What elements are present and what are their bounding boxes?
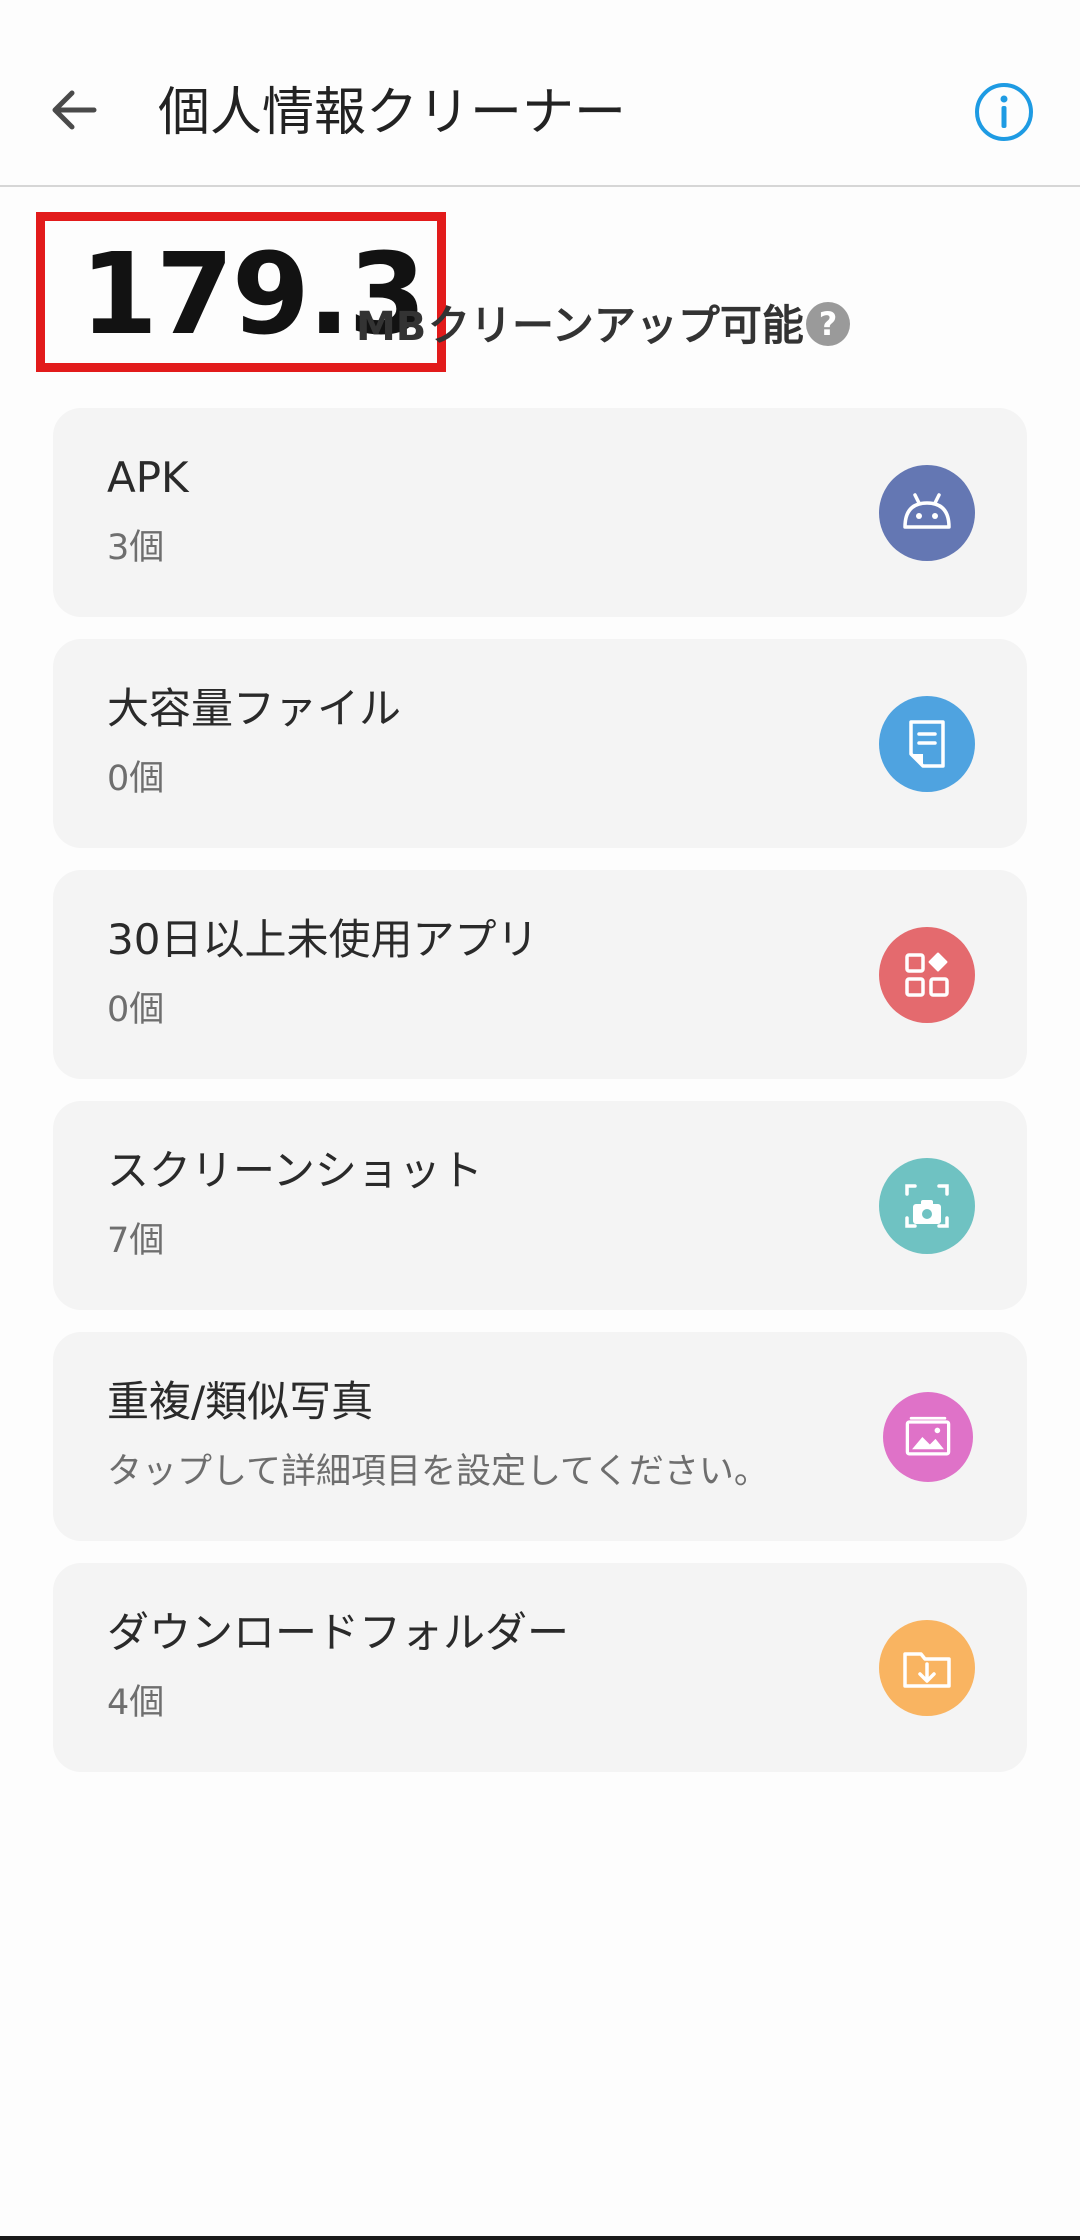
apps-grid-icon	[879, 927, 975, 1023]
back-button[interactable]	[36, 72, 112, 148]
cleanup-size-unit: MB	[356, 304, 427, 350]
card-count: 3個	[107, 528, 165, 568]
android-icon	[879, 465, 975, 561]
document-icon	[879, 696, 975, 792]
download-folder-icon	[879, 1620, 975, 1716]
card-description: タップして詳細項目を設定してください。	[107, 1452, 769, 1492]
card-title: 重複/類似写真	[107, 1377, 374, 1426]
category-card-download-folder[interactable]: ダウンロードフォルダー 4個	[53, 1563, 1027, 1772]
category-card-large-files[interactable]: 大容量ファイル 0個	[53, 639, 1027, 848]
help-icon[interactable]: ?	[806, 302, 850, 346]
category-card-unused-apps[interactable]: 30日以上未使用アプリ 0個	[53, 870, 1027, 1079]
card-title: スクリーンショット	[107, 1146, 483, 1195]
page-title: 個人情報クリーナー	[158, 83, 627, 143]
category-card-apk[interactable]: APK 3個	[53, 408, 1027, 617]
card-count: 0個	[107, 759, 165, 799]
app-bar: 個人情報クリーナー	[0, 0, 1080, 187]
category-list: APK 3個 大容量ファイル 0個 30日以上未使用アプリ 0個 スクリーンショ…	[53, 408, 1027, 1794]
info-icon	[975, 83, 1033, 141]
card-title: APK	[107, 453, 189, 502]
category-card-duplicate-photos[interactable]: 重複/類似写真 タップして詳細項目を設定してください。	[53, 1332, 1027, 1541]
cleanup-available-label: クリーンアップ可能	[428, 301, 804, 350]
card-title: 大容量ファイル	[107, 684, 402, 733]
card-title: 30日以上未使用アプリ	[107, 915, 539, 964]
arrow-left-icon	[52, 90, 97, 130]
card-count: 4個	[107, 1683, 165, 1723]
screenshot-camera-icon	[879, 1158, 975, 1254]
card-title: ダウンロードフォルダー	[107, 1608, 570, 1657]
category-card-screenshots[interactable]: スクリーンショット 7個	[53, 1101, 1027, 1310]
bottom-edge-divider	[0, 2236, 1080, 2240]
card-count: 7個	[107, 1221, 165, 1261]
cleanup-summary: 179.3 MB クリーンアップ可能 ?	[36, 212, 1046, 372]
photo-gallery-icon	[883, 1392, 973, 1482]
card-count: 0個	[107, 990, 165, 1030]
info-button[interactable]	[972, 80, 1036, 144]
